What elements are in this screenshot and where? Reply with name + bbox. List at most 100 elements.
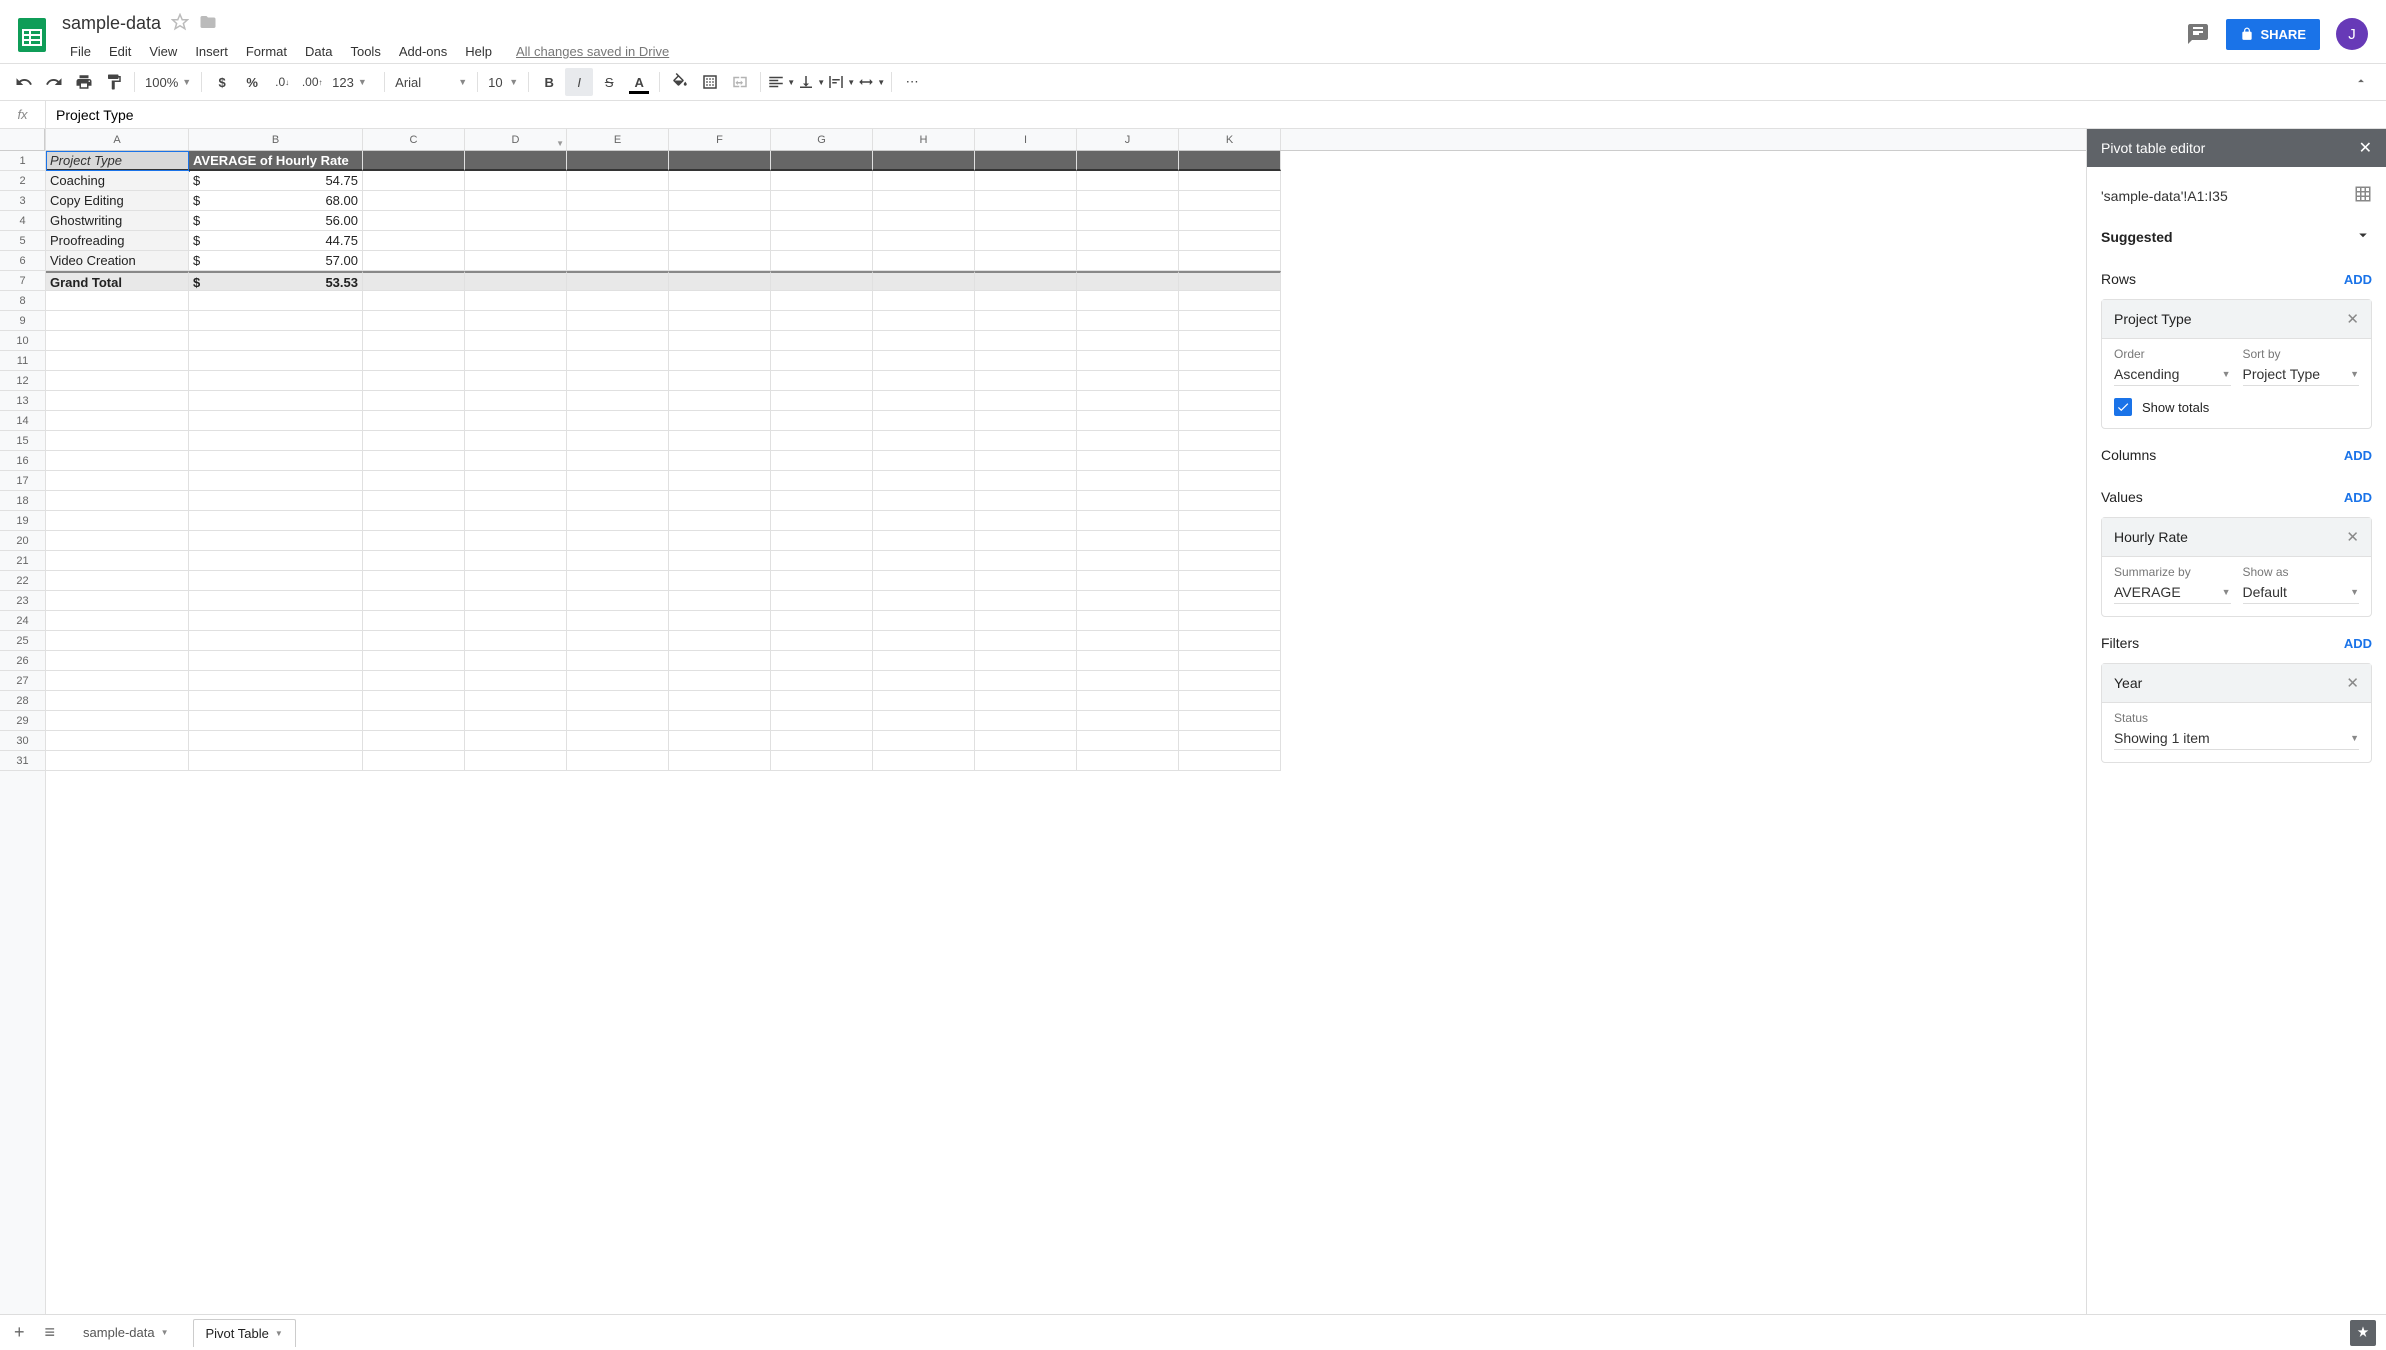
print-button[interactable] xyxy=(70,68,98,96)
cell[interactable] xyxy=(189,751,363,771)
cell[interactable] xyxy=(771,751,873,771)
cell[interactable] xyxy=(771,551,873,571)
cell[interactable] xyxy=(669,511,771,531)
cell[interactable] xyxy=(873,571,975,591)
row-header[interactable]: 23 xyxy=(0,591,45,611)
menu-data[interactable]: Data xyxy=(297,40,340,63)
row-header[interactable]: 14 xyxy=(0,411,45,431)
col-header-A[interactable]: A xyxy=(46,129,189,150)
cell[interactable] xyxy=(46,691,189,711)
cell[interactable] xyxy=(1179,731,1281,751)
sortby-dropdown[interactable]: Project Type▼ xyxy=(2243,363,2360,386)
cell[interactable] xyxy=(1179,251,1281,271)
row-header[interactable]: 8 xyxy=(0,291,45,311)
cell[interactable] xyxy=(771,591,873,611)
row-header[interactable]: 2 xyxy=(0,171,45,191)
cell[interactable] xyxy=(567,591,669,611)
cell[interactable]: Ghostwriting xyxy=(46,211,189,231)
cell[interactable] xyxy=(975,671,1077,691)
cell[interactable] xyxy=(1077,531,1179,551)
cell[interactable] xyxy=(1179,351,1281,371)
avatar[interactable]: J xyxy=(2336,18,2368,50)
cell[interactable] xyxy=(363,311,465,331)
cell[interactable] xyxy=(1077,171,1179,191)
cell[interactable] xyxy=(873,611,975,631)
row-header[interactable]: 4 xyxy=(0,211,45,231)
cell[interactable] xyxy=(465,151,567,171)
row-header[interactable]: 25 xyxy=(0,631,45,651)
cell[interactable] xyxy=(771,691,873,711)
cell[interactable] xyxy=(771,411,873,431)
cell[interactable] xyxy=(465,651,567,671)
cell[interactable]: Video Creation xyxy=(46,251,189,271)
menu-view[interactable]: View xyxy=(141,40,185,63)
row-header[interactable]: 3 xyxy=(0,191,45,211)
cell[interactable] xyxy=(975,391,1077,411)
cell[interactable] xyxy=(363,471,465,491)
cell[interactable] xyxy=(363,271,465,291)
cell[interactable] xyxy=(465,611,567,631)
row-header[interactable]: 10 xyxy=(0,331,45,351)
cell[interactable] xyxy=(975,471,1077,491)
cell[interactable] xyxy=(669,491,771,511)
cell[interactable] xyxy=(1179,751,1281,771)
cell[interactable] xyxy=(46,491,189,511)
row-header[interactable]: 27 xyxy=(0,671,45,691)
cell[interactable] xyxy=(1077,451,1179,471)
menu-help[interactable]: Help xyxy=(457,40,500,63)
cell[interactable] xyxy=(1077,351,1179,371)
cell[interactable] xyxy=(189,291,363,311)
cell[interactable] xyxy=(189,731,363,751)
cell[interactable] xyxy=(567,511,669,531)
cell[interactable]: Copy Editing xyxy=(46,191,189,211)
cell[interactable] xyxy=(189,431,363,451)
cell[interactable] xyxy=(669,351,771,371)
cell[interactable] xyxy=(363,651,465,671)
cell[interactable] xyxy=(873,391,975,411)
row-header[interactable]: 13 xyxy=(0,391,45,411)
h-align-button[interactable]: ▼ xyxy=(767,68,795,96)
row-header[interactable]: 19 xyxy=(0,511,45,531)
cell[interactable] xyxy=(1179,171,1281,191)
cell[interactable] xyxy=(1077,471,1179,491)
cell[interactable] xyxy=(669,291,771,311)
cell[interactable] xyxy=(46,731,189,751)
cell[interactable] xyxy=(465,211,567,231)
cell[interactable] xyxy=(567,451,669,471)
cell[interactable] xyxy=(669,191,771,211)
borders-button[interactable] xyxy=(696,68,724,96)
close-icon[interactable]: ✕ xyxy=(2359,138,2372,158)
cell[interactable] xyxy=(189,591,363,611)
cell[interactable] xyxy=(363,531,465,551)
cell[interactable] xyxy=(669,531,771,551)
cell[interactable] xyxy=(46,331,189,351)
cell[interactable] xyxy=(46,291,189,311)
row-header[interactable]: 22 xyxy=(0,571,45,591)
formula-input[interactable] xyxy=(46,101,2386,128)
comments-icon[interactable] xyxy=(2186,22,2210,46)
filters-add-button[interactable]: ADD xyxy=(2344,636,2372,651)
cell[interactable] xyxy=(1077,291,1179,311)
columns-add-button[interactable]: ADD xyxy=(2344,448,2372,463)
menu-format[interactable]: Format xyxy=(238,40,295,63)
row-header[interactable]: 31 xyxy=(0,751,45,771)
cell[interactable] xyxy=(1179,371,1281,391)
cell[interactable] xyxy=(975,291,1077,311)
cell[interactable] xyxy=(975,351,1077,371)
cell[interactable] xyxy=(1077,151,1179,171)
cell[interactable] xyxy=(873,471,975,491)
cell[interactable] xyxy=(669,431,771,451)
cell[interactable] xyxy=(873,511,975,531)
currency-button[interactable]: $ xyxy=(208,68,236,96)
cell[interactable] xyxy=(567,331,669,351)
cell[interactable] xyxy=(975,691,1077,711)
cell[interactable] xyxy=(975,491,1077,511)
cell[interactable] xyxy=(465,511,567,531)
cell[interactable] xyxy=(873,371,975,391)
cell[interactable] xyxy=(669,471,771,491)
redo-button[interactable] xyxy=(40,68,68,96)
menu-addons[interactable]: Add-ons xyxy=(391,40,455,63)
cell[interactable] xyxy=(1077,631,1179,651)
cell[interactable] xyxy=(1077,191,1179,211)
cell[interactable] xyxy=(669,711,771,731)
